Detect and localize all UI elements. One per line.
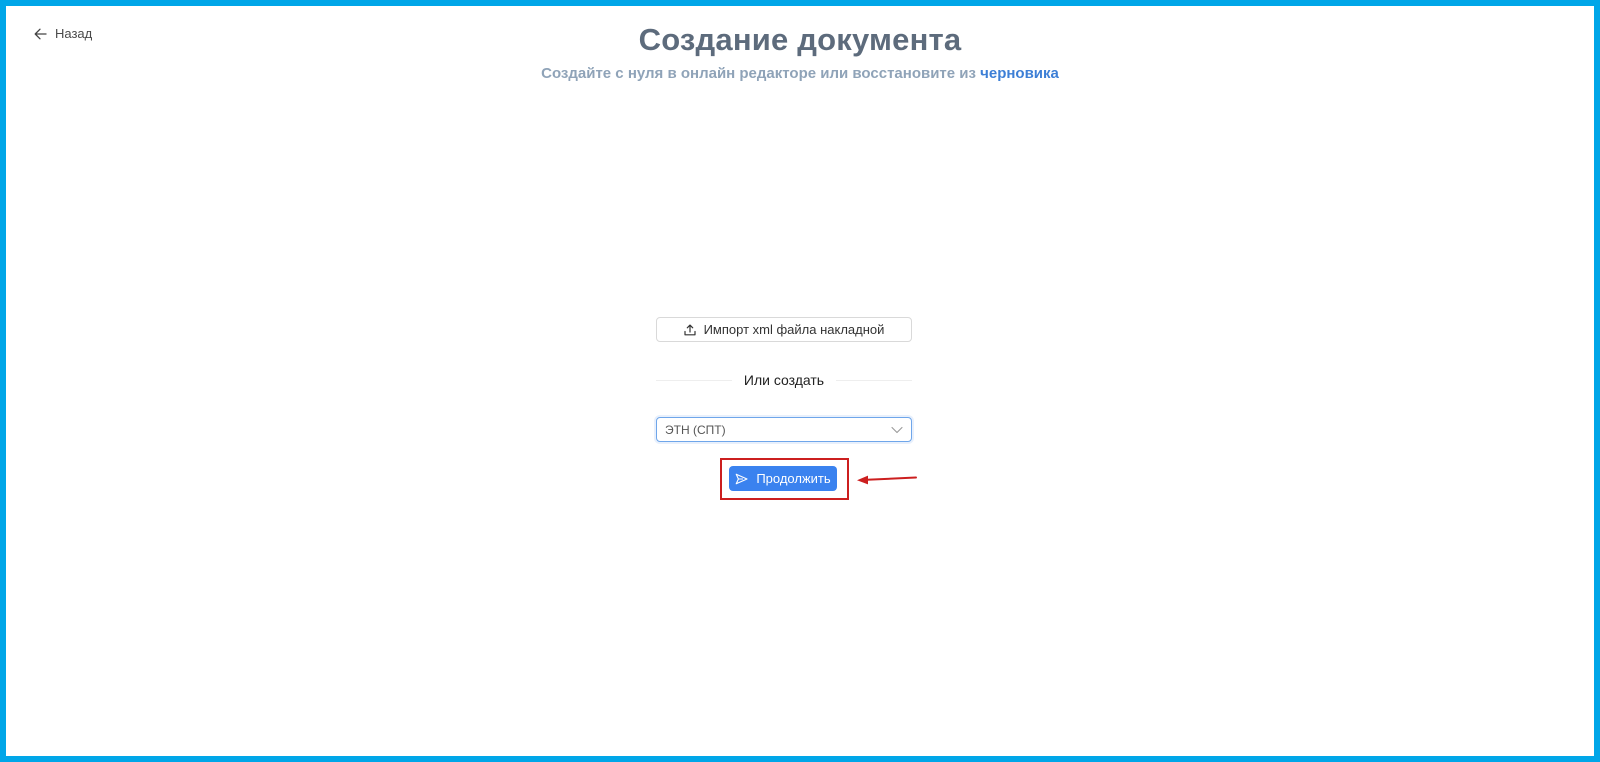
or-create-divider: Или создать: [656, 370, 913, 390]
divider-label: Или создать: [743, 372, 825, 388]
draft-link[interactable]: черновика: [980, 65, 1059, 82]
import-xml-button[interactable]: Импорт xml файла накладной: [656, 317, 912, 342]
page-title: Создание документа: [638, 22, 962, 57]
annotation-arrow: [857, 475, 917, 485]
divider-line-right: [836, 379, 913, 381]
send-icon: [735, 473, 748, 484]
chevron-down-icon: [891, 426, 903, 433]
page-frame: Назад Создание документа Создайте с нуля…: [6, 6, 1594, 756]
continue-button[interactable]: Продолжить: [729, 466, 837, 491]
continue-button-label: Продолжить: [756, 471, 831, 486]
upload-icon: [683, 324, 696, 335]
page-subtitle: Создайте с нуля в онлайн редакторе или в…: [6, 65, 1594, 82]
divider-line-left: [656, 379, 732, 381]
document-type-value: ЭТН (СПТ): [665, 422, 726, 437]
subtitle-text: Создайте с нуля в онлайн редакторе или в…: [541, 65, 976, 82]
document-type-select[interactable]: ЭТН (СПТ): [656, 417, 912, 442]
import-button-label: Импорт xml файла накладной: [703, 322, 885, 337]
